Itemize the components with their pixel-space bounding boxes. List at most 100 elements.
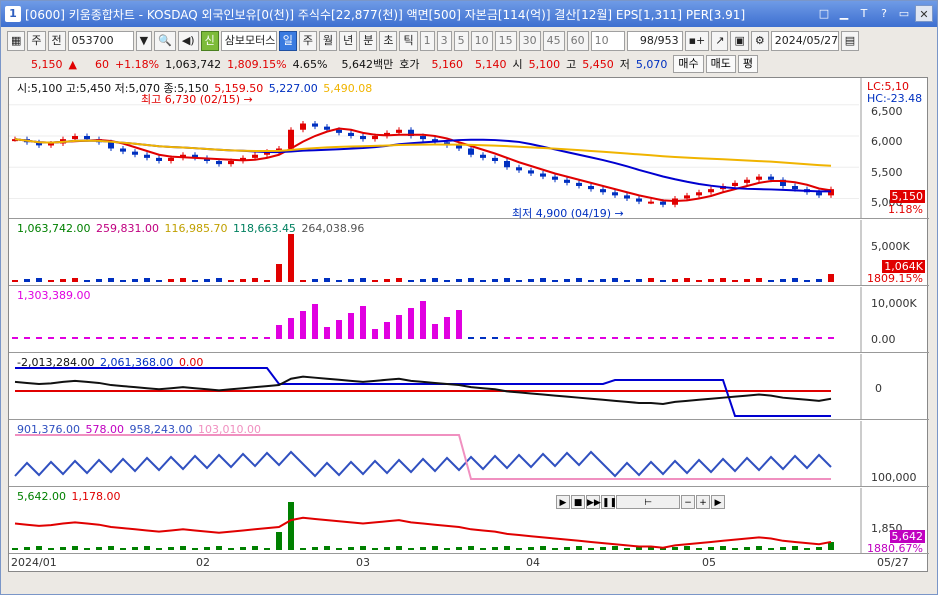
interval-month[interactable]: 월 (318, 31, 338, 51)
volume-bar (804, 280, 810, 282)
interval-week[interactable]: 주 (298, 31, 317, 51)
volume-bar (228, 280, 234, 282)
text-icon[interactable]: T (855, 5, 873, 22)
volume-bar (48, 280, 54, 282)
volume-bar (312, 279, 318, 282)
group-button[interactable]: 신 (200, 31, 219, 51)
date-input[interactable]: 2024/05/27 (770, 31, 839, 51)
minute-60[interactable]: 60 (566, 31, 589, 51)
chart-area[interactable]: 시:5,100 고:5,450 저:5,070 종:5,150 5,159.50… (8, 77, 929, 572)
indicator-icon[interactable]: ▪+ (684, 31, 710, 51)
minute-45[interactable]: 45 (542, 31, 565, 51)
amount-bar (252, 546, 258, 550)
obv-chart (12, 287, 862, 353)
minute-15[interactable]: 15 (494, 31, 517, 51)
amount-bar (120, 548, 126, 550)
scroll-right-icon[interactable]: ▶ (711, 495, 725, 509)
calendar-icon[interactable]: ▤ (840, 31, 860, 51)
obv-bar (108, 337, 114, 339)
candle-body (216, 161, 222, 165)
minute-10[interactable]: 10 (470, 31, 493, 51)
obv-bar (612, 337, 618, 339)
candle-body (360, 136, 366, 140)
obv-bar (768, 337, 774, 339)
amount-bar (492, 547, 498, 550)
interval-day[interactable]: 일 (278, 31, 297, 51)
minute-1[interactable]: 1 (419, 31, 435, 51)
candle-body (612, 192, 618, 196)
minute-30[interactable]: 30 (518, 31, 541, 51)
volume-bar (780, 279, 786, 282)
amount-legend: 5,642.00 1,178.00 (17, 490, 122, 503)
amount-pane[interactable]: 5,642.00 1,178.00 1,850 5,642 1880.67% (9, 488, 929, 555)
obv-bar (300, 311, 306, 339)
candle-body (228, 161, 234, 165)
amount-bar (360, 546, 366, 550)
obv-bar (648, 337, 654, 339)
maximize-icon[interactable]: ▭ (895, 5, 913, 22)
amount-bar (348, 547, 354, 550)
gear-icon[interactable]: ⚙ (750, 31, 769, 51)
sell-button[interactable]: 매도 (705, 55, 736, 73)
volume-bar (240, 279, 246, 282)
pause-icon[interactable]: ❚❚ (601, 495, 617, 509)
amt-legend-1: 1,178.00 (71, 490, 121, 503)
foreign-line-pink (15, 434, 831, 480)
fast-forward-icon[interactable]: ▶▶ (586, 495, 601, 509)
obv-bar (588, 337, 594, 339)
zoom-in-icon[interactable]: + (696, 495, 710, 509)
amount-bar (540, 546, 546, 550)
search-icon[interactable]: 🔍 (154, 31, 176, 51)
zoom-out-icon[interactable]: − (681, 495, 695, 509)
period-type-select[interactable]: 주 (27, 31, 46, 51)
volume-pane[interactable]: 1,063,742.00 259,831.00 116,985.70 118,6… (9, 220, 929, 286)
count-input[interactable]: 10 (590, 31, 625, 51)
volume-bar (384, 279, 390, 282)
interval-tick[interactable]: 틱 (399, 31, 418, 51)
volume-bar (816, 279, 822, 282)
volume-bar (372, 280, 378, 282)
obv-bar (312, 304, 318, 339)
amount-bar (576, 546, 582, 550)
layout-icon[interactable]: ▦ (7, 31, 26, 51)
amount-bar (108, 546, 114, 550)
candle-body (636, 198, 642, 202)
range-select[interactable]: 전 (47, 31, 66, 51)
eval-button[interactable]: 평 (737, 55, 758, 73)
candle-body (348, 132, 354, 136)
buy-button[interactable]: 매수 (673, 55, 704, 73)
price-pane[interactable]: 시:5,100 고:5,450 저:5,070 종:5,150 5,159.50… (9, 78, 929, 220)
interval-minute[interactable]: 분 (359, 31, 378, 51)
inst-pane[interactable]: -2,013,284.00 2,061,368.00 0.00 0 (9, 354, 929, 420)
amount-bar (84, 548, 90, 550)
candle-body (120, 148, 126, 152)
stop-icon[interactable]: ■ (571, 495, 585, 509)
sound-icon[interactable]: ◀) (177, 31, 199, 51)
minimize-icon[interactable]: ▁ (835, 5, 853, 22)
amount-chart (12, 488, 862, 554)
code-input[interactable]: 053700 (67, 31, 134, 51)
amount-bar (396, 546, 402, 550)
stock-name: 삼보모터스 (220, 31, 277, 51)
close-icon[interactable]: ✕ (915, 5, 933, 22)
restore-icon[interactable]: □ (815, 5, 833, 22)
help-icon[interactable]: ? (875, 5, 893, 22)
candle-body (300, 123, 306, 130)
title-buttons: □ ▁ T ? ▭ ✕ (815, 5, 933, 22)
interval-year[interactable]: 년 (339, 31, 358, 51)
scroll-handle[interactable]: ⊢ (616, 495, 680, 509)
foreign-pane[interactable]: 901,376.00 578.00 958,243.00 103,010.00 … (9, 421, 929, 487)
code-dropdown-icon[interactable]: ▼ (135, 31, 153, 51)
obv-bar (564, 337, 570, 339)
save-icon[interactable]: ▣ (730, 31, 749, 51)
play-icon[interactable]: ▶ (556, 495, 570, 509)
obv-bar (192, 337, 198, 339)
interval-second[interactable]: 초 (379, 31, 398, 51)
minute-5[interactable]: 5 (453, 31, 469, 51)
x-axis: 2024/01 02 03 04 05 05/27 (9, 555, 929, 571)
candle-body (552, 176, 558, 180)
x-label-may: 05 (702, 556, 716, 569)
obv-pane[interactable]: 1,303,389.00 10,000K 0.00 (9, 287, 929, 353)
draw-icon[interactable]: ↗ (711, 31, 729, 51)
minute-3[interactable]: 3 (436, 31, 452, 51)
